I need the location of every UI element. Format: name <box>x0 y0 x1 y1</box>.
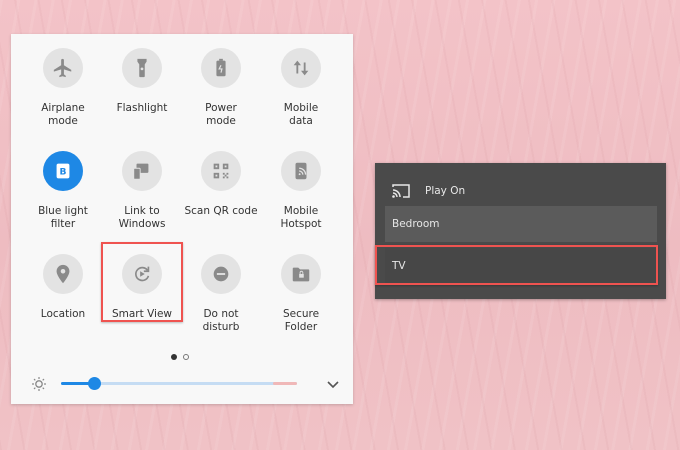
page-dot-current[interactable] <box>171 354 177 360</box>
tile-label: Power mode <box>205 102 237 127</box>
brightness-icon <box>32 377 46 391</box>
tile-label: Location <box>40 308 86 320</box>
tile-link-to-windows[interactable]: Link to Windows <box>102 151 182 231</box>
brightness-track-end <box>273 382 297 385</box>
tile-label: Link to Windows <box>118 205 166 230</box>
mobile-data-icon <box>281 48 321 88</box>
tile-mobile-hotspot[interactable]: Mobile Hotspot <box>261 151 341 231</box>
tile-label: Blue light filter <box>38 205 88 230</box>
tile-blue-light-filter[interactable]: B Blue light filter <box>23 151 103 231</box>
tile-label: Airplane mode <box>41 102 85 127</box>
tv-highlight <box>375 245 658 285</box>
tile-location[interactable]: Location <box>23 254 103 321</box>
tile-label: Flashlight <box>116 102 168 114</box>
flashlight-icon <box>122 48 162 88</box>
airplane-icon <box>43 48 83 88</box>
page-dot[interactable] <box>183 354 189 360</box>
tile-mobile-data[interactable]: Mobile data <box>261 48 341 128</box>
cast-title: Play On <box>425 185 466 197</box>
device-item-bedroom[interactable]: Bedroom <box>385 206 657 242</box>
smart-view-highlight <box>101 242 183 322</box>
tile-label: Secure Folder <box>282 308 320 333</box>
tile-label: Mobile data <box>283 102 319 127</box>
power-mode-icon <box>201 48 241 88</box>
brightness-row <box>31 374 341 394</box>
tile-scan-qr-code[interactable]: Scan QR code <box>181 151 261 218</box>
tile-secure-folder[interactable]: Secure Folder <box>261 254 341 334</box>
brightness-slider[interactable] <box>61 377 297 390</box>
location-icon <box>43 254 83 294</box>
page-indicator <box>171 354 189 360</box>
do-not-disturb-icon <box>201 254 241 294</box>
tile-power-mode[interactable]: Power mode <box>181 48 261 128</box>
svg-text:B: B <box>60 167 67 178</box>
brightness-thumb[interactable] <box>88 377 101 390</box>
cast-icon <box>392 184 410 198</box>
secure-folder-icon <box>281 254 321 294</box>
tile-do-not-disturb[interactable]: Do not disturb <box>181 254 261 334</box>
qr-code-icon <box>201 151 241 191</box>
tile-label: Mobile Hotspot <box>280 205 322 230</box>
tile-flashlight[interactable]: Flashlight <box>102 48 182 115</box>
tile-label: Do not disturb <box>202 308 240 333</box>
quick-settings-panel: Airplane mode Flashlight Power mode Mobi… <box>11 34 353 404</box>
cast-header: Play On <box>391 181 465 201</box>
tile-label: Scan QR code <box>184 205 258 217</box>
blue-light-icon: B <box>43 151 83 191</box>
chevron-down-icon[interactable] <box>325 376 341 392</box>
tile-airplane-mode[interactable]: Airplane mode <box>23 48 103 128</box>
link-to-windows-icon <box>122 151 162 191</box>
hotspot-icon <box>281 151 321 191</box>
